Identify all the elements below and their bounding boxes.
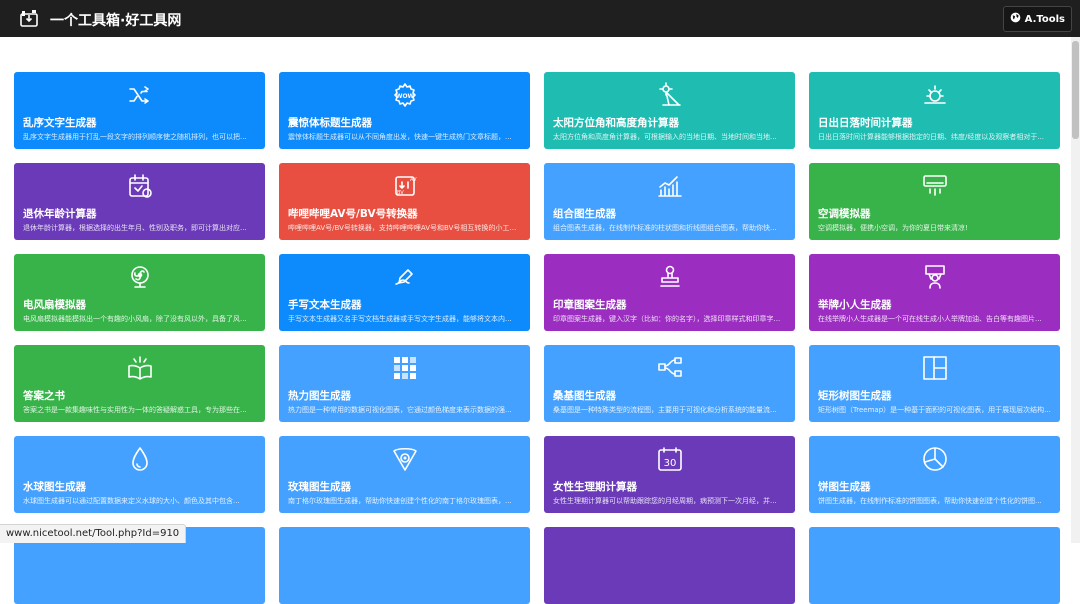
- tool-card[interactable]: 手写文本生成器手写文本生成器又名手写文档生成器或手写文字生成器，能够将文本内..…: [279, 254, 530, 331]
- tool-card-title: 答案之书: [23, 390, 65, 402]
- tool-card-description: 印章图案生成器，键入汉字（比如：你的名字），选择印章样式和印章字...: [553, 315, 781, 323]
- tool-card-description: 桑基图是一种特殊类型的流程图，主要用于可视化和分析系统的能量流...: [553, 406, 777, 414]
- tool-card[interactable]: 热力图生成器热力图是一种常用的数据可视化图表，它通过颜色梯度来表示数据的强...: [279, 345, 530, 422]
- tool-card[interactable]: 答案之书答案之书是一款集趣味性与实用性为一体的答疑解惑工具，专为那些在...: [14, 345, 265, 422]
- svg-text:30: 30: [663, 458, 676, 469]
- tool-card[interactable]: [544, 527, 795, 604]
- tool-card[interactable]: 桑基图生成器桑基图是一种特殊类型的流程图，主要用于可视化和分析系统的能量流...: [544, 345, 795, 422]
- tool-card-description: 手写文本生成器又名手写文档生成器或手写文字生成器，能够将文本内...: [288, 315, 512, 323]
- tool-card-description: 震惊体标题生成器可以从不同角度出发，快速一键生成热门文章标题，...: [288, 133, 512, 141]
- tool-card-title: 日出日落时间计算器: [818, 117, 913, 129]
- tool-card-title: 乱序文字生成器: [23, 117, 97, 129]
- tool-card-description: 电风扇模拟器能模拟出一个有趣的小风扇，除了没有风以外，具备了风...: [23, 315, 247, 323]
- fan-icon: [127, 264, 153, 290]
- tool-card[interactable]: 电风扇模拟器电风扇模拟器能模拟出一个有趣的小风扇，除了没有风以外，具备了风...: [14, 254, 265, 331]
- tool-card-description: 组合图表生成器，在线制作标准的柱状图和折线图组合图表，帮助你快...: [553, 224, 777, 232]
- tool-card-title: 玫瑰图生成器: [288, 481, 351, 493]
- rose-chart-icon: [392, 446, 418, 472]
- sankey-icon: [657, 355, 683, 381]
- svg-text:BV: BV: [397, 190, 404, 196]
- tool-card[interactable]: 印章图案生成器印章图案生成器，键入汉字（比如：你的名字），选择印章样式和印章字.…: [544, 254, 795, 331]
- tool-card[interactable]: 矩形树图生成器矩形树图（Treemap）是一种基于面积的可视化图表，用于展现层次…: [809, 345, 1060, 422]
- tool-card-title: 饼图生成器: [818, 481, 871, 493]
- treemap-icon: [922, 355, 948, 381]
- globe-icon: [1010, 12, 1021, 26]
- tool-card-title: 女性生理期计算器: [553, 481, 637, 493]
- tool-card[interactable]: 举牌小人生成器在线举牌小人生成器是一个可在线生成小人举牌加油、告白等有趣图片..…: [809, 254, 1060, 331]
- tool-card-title: 水球图生成器: [23, 481, 86, 493]
- tool-card-description: 退休年龄计算器，根据选择的出生年月、性别及职务，即可计算出对应...: [23, 224, 247, 232]
- tool-card[interactable]: [809, 527, 1060, 604]
- sun-angle-icon: [657, 82, 683, 108]
- site-title[interactable]: 一个工具箱·好工具网: [50, 10, 181, 30]
- av-bv-icon: AV BV: [392, 173, 418, 199]
- sign-person-icon: [922, 264, 948, 290]
- tool-card-description: 哔哩哔哩AV号/BV号转换器，支持哔哩哔哩AV号和BV号相互转换的小工具...: [288, 224, 521, 232]
- brand-label: A.Tools: [1024, 13, 1065, 25]
- tool-card-title: 手写文本生成器: [288, 299, 362, 311]
- tool-card[interactable]: AV BV 哔哩哔哩AV号/BV号转换器哔哩哔哩AV号/BV号转换器，支持哔哩哔哩A…: [279, 163, 530, 240]
- tool-card-description: 空调模拟器，便携小空调，为你的夏日带来清凉!: [818, 224, 968, 232]
- tool-card[interactable]: 退休年龄计算器退休年龄计算器，根据选择的出生年月、性别及职务，即可计算出对应..…: [14, 163, 265, 240]
- status-bar-url: www.nicetool.net/Tool.php?Id=910: [0, 524, 187, 543]
- heatmap-icon: [392, 355, 418, 381]
- tool-card-title: 举牌小人生成器: [818, 299, 892, 311]
- scrollbar-thumb[interactable]: [1072, 41, 1079, 139]
- tool-card-description: 饼图生成器，在线制作标准的饼图图表，帮助你快速创建个性化的饼图...: [818, 497, 1042, 505]
- tool-card[interactable]: 空调模拟器空调模拟器，便携小空调，为你的夏日带来清凉!: [809, 163, 1060, 240]
- pie-chart-icon: [922, 446, 948, 472]
- sunrise-icon: [922, 82, 948, 108]
- shuffle-icon: [127, 82, 153, 108]
- tool-card-description: 日出日落时间计算器能够根据指定的日期、纬度/经度以及观察者相对于...: [818, 133, 1045, 141]
- svg-text:AV: AV: [410, 177, 417, 183]
- tool-card-description: 热力图是一种常用的数据可视化图表，它通过颜色梯度来表示数据的强...: [288, 406, 512, 414]
- tool-card[interactable]: 玫瑰图生成器南丁格尔玫瑰图生成器，帮助你快速创建个性化的南丁格尔玫瑰图表，...: [279, 436, 530, 513]
- tool-card-title: 哔哩哔哩AV号/BV号转换器: [288, 208, 418, 220]
- tool-card-title: 电风扇模拟器: [23, 299, 86, 311]
- tool-card[interactable]: 30 女性生理期计算器女性生理期计算器可以帮助跟踪您的月经周期，病预测下一次月经，…: [544, 436, 795, 513]
- tool-card[interactable]: 水球图生成器水球图生成器可以通过配置数据来定义水球的大小、颜色及其中包含...: [14, 436, 265, 513]
- tool-card-title: 震惊体标题生成器: [288, 117, 372, 129]
- tool-card-title: 组合图生成器: [553, 208, 616, 220]
- tool-card-description: 女性生理期计算器可以帮助跟踪您的月经周期，病预测下一次月经，并...: [553, 497, 777, 505]
- combo-chart-icon: [657, 173, 683, 199]
- handwriting-icon: [392, 264, 418, 290]
- tool-card[interactable]: 组合图生成器组合图表生成器，在线制作标准的柱状图和折线图组合图表，帮助你快...: [544, 163, 795, 240]
- tool-card[interactable]: 日出日落时间计算器日出日落时间计算器能够根据指定的日期、纬度/经度以及观察者相对…: [809, 72, 1060, 149]
- book-icon: [127, 355, 153, 381]
- atools-brand-button[interactable]: A.Tools: [1002, 6, 1072, 32]
- tool-card-title: 热力图生成器: [288, 390, 351, 402]
- wow-icon: WOW: [392, 82, 418, 108]
- tool-card[interactable]: 乱序文字生成器乱序文字生成器用于打乱一段文字的排列顺序使之随机排列，也可以把..…: [14, 72, 265, 149]
- tool-card-description: 在线举牌小人生成器是一个可在线生成小人举牌加油、告白等有趣图片...: [818, 315, 1042, 323]
- tool-card-description: 太阳方位角和高度角计算器，可根据输入的当地日期、当地时间和当地...: [553, 133, 777, 141]
- calendar-icon: [127, 173, 153, 199]
- tool-card-title: 印章图案生成器: [553, 299, 627, 311]
- air-conditioner-icon: [922, 173, 948, 199]
- page-scrollbar[interactable]: [1071, 37, 1080, 543]
- tool-card-title: 太阳方位角和高度角计算器: [553, 117, 679, 129]
- tool-card-description: 南丁格尔玫瑰图生成器，帮助你快速创建个性化的南丁格尔玫瑰图表，...: [288, 497, 512, 505]
- svg-text:WOW: WOW: [395, 93, 414, 100]
- tool-card-description: 矩形树图（Treemap）是一种基于面积的可视化图表，用于展现层次结构...: [818, 406, 1051, 414]
- tool-card[interactable]: [279, 527, 530, 604]
- tool-card-title: 空调模拟器: [818, 208, 871, 220]
- tool-card-description: 水球图生成器可以通过配置数据来定义水球的大小、颜色及其中包含...: [23, 497, 240, 505]
- tool-card-description: 乱序文字生成器用于打乱一段文字的排列顺序使之随机排列，也可以把...: [23, 133, 247, 141]
- top-navbar: 一个工具箱·好工具网 A.Tools: [0, 0, 1080, 37]
- tool-card-description: 答案之书是一款集趣味性与实用性为一体的答疑解惑工具，专为那些在...: [23, 406, 247, 414]
- tool-card[interactable]: 太阳方位角和高度角计算器太阳方位角和高度角计算器，可根据输入的当地日期、当地时间…: [544, 72, 795, 149]
- tool-card[interactable]: 饼图生成器饼图生成器，在线制作标准的饼图图表，帮助你快速创建个性化的饼图...: [809, 436, 1060, 513]
- tool-card-title: 退休年龄计算器: [23, 208, 97, 220]
- tool-card[interactable]: WOW 震惊体标题生成器震惊体标题生成器可以从不同角度出发，快速一键生成热门文章标…: [279, 72, 530, 149]
- toolbox-logo-icon[interactable]: [20, 9, 38, 27]
- tool-card-title: 矩形树图生成器: [818, 390, 892, 402]
- calendar-30-icon: 30: [657, 446, 683, 472]
- water-drop-icon: [127, 446, 153, 472]
- tool-card-title: 桑基图生成器: [553, 390, 616, 402]
- stamp-icon: [657, 264, 683, 290]
